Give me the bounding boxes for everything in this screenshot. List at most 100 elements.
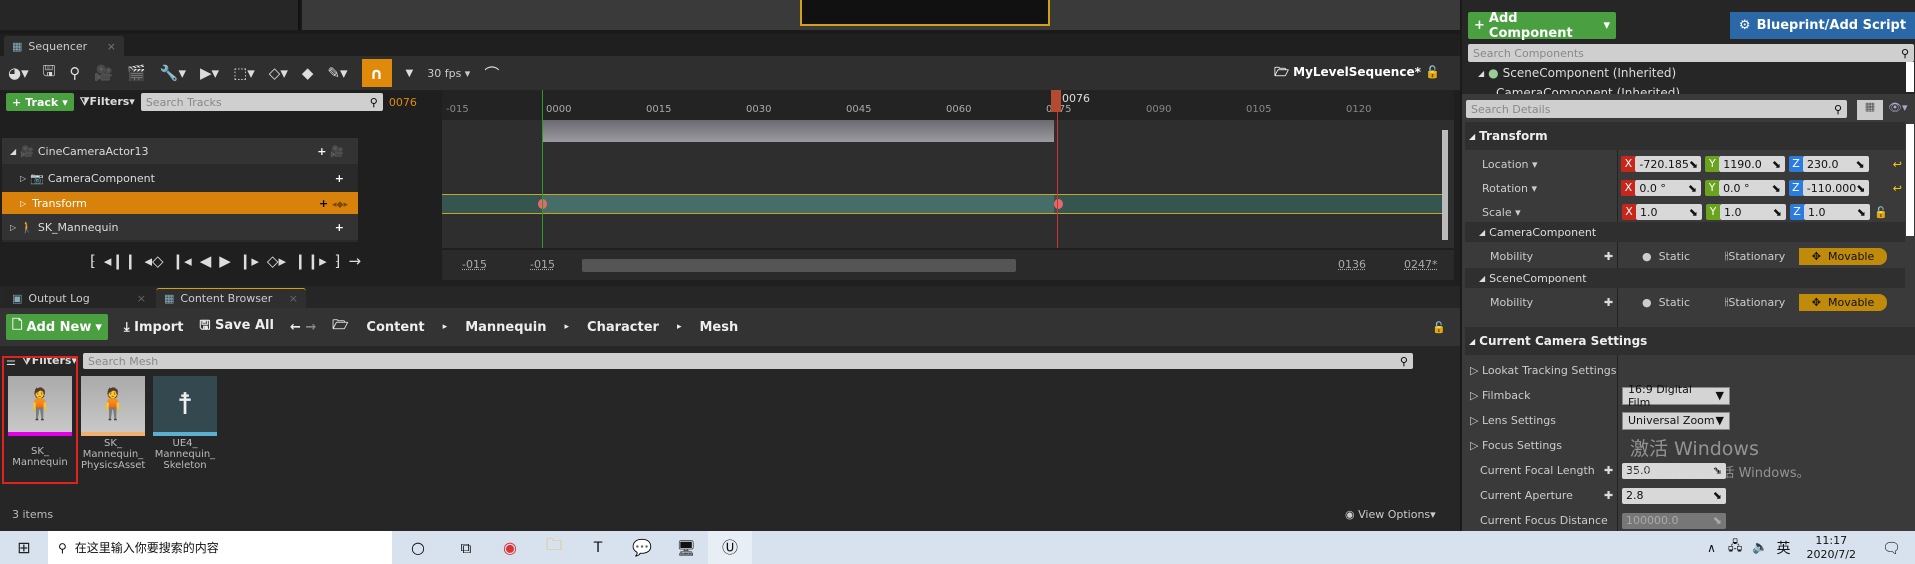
property-matrix-icon[interactable]: ▦ xyxy=(1857,100,1883,120)
network-icon[interactable]: 🖧 xyxy=(1728,537,1743,559)
tab-output-log[interactable]: ▣ Output Log × xyxy=(4,288,154,308)
keyframe[interactable] xyxy=(1054,199,1063,209)
next-key-icon[interactable]: ◇▸ xyxy=(267,252,286,270)
filmback-row[interactable]: ▷ Filmback xyxy=(1462,389,1622,402)
scale-x-field[interactable]: 1.0 ⬊ xyxy=(1636,204,1702,220)
add-icon[interactable]: + 🎥 xyxy=(317,145,344,158)
lock-scale-icon[interactable]: 🔓 xyxy=(1874,206,1888,219)
playback-start-marker[interactable] xyxy=(542,90,543,248)
mobility-static[interactable]: ● Static xyxy=(1622,293,1710,311)
location-z-field[interactable]: 230.0 ⬊ xyxy=(1803,156,1869,172)
sequence-name[interactable]: 🗁 MyLevelSequence* 🔓 xyxy=(1274,63,1440,84)
transform-section[interactable] xyxy=(442,194,1442,214)
playhead[interactable] xyxy=(1051,90,1061,112)
playback-end-field[interactable]: 0136 xyxy=(1338,258,1366,271)
add-component-button[interactable]: + Add Component ▾ xyxy=(1468,11,1616,41)
location-y-field[interactable]: 1190.0 ⬊ xyxy=(1719,156,1786,172)
rotation-x-field[interactable]: 0.0 ° ⬊ xyxy=(1635,180,1702,196)
viewport[interactable] xyxy=(302,0,1460,30)
breadcrumb-item[interactable]: Mannequin xyxy=(465,320,546,335)
search-icon[interactable]: ⚲ xyxy=(69,64,80,82)
camera-settings-header[interactable]: ◢ Current Camera Settings xyxy=(1465,327,1915,355)
reverse-icon[interactable]: ◀ xyxy=(200,252,212,270)
mobility-static[interactable]: ● Static xyxy=(1622,247,1710,265)
add-icon[interactable]: + xyxy=(335,221,344,234)
unreal-engine-icon[interactable]: Ⓤ xyxy=(708,531,752,564)
view-end-field[interactable]: 0247* xyxy=(1404,258,1438,271)
mobility-stationary[interactable]: ⫲ Stationary xyxy=(1711,293,1799,311)
clapper-icon[interactable]: 🎬 xyxy=(127,64,146,82)
task-view-icon[interactable]: ⧉ xyxy=(444,539,488,557)
go-to-start-icon[interactable]: ⁅ xyxy=(90,252,96,270)
range-scrollbar[interactable] xyxy=(582,259,1016,272)
curve-editor-icon[interactable]: ⌒ xyxy=(484,63,499,84)
prev-key-icon[interactable]: ◂❙❙ xyxy=(104,252,137,270)
play-icon[interactable]: ▶ xyxy=(219,252,231,270)
search-components-input[interactable]: Search Components ⚲ xyxy=(1468,44,1914,62)
scale-label[interactable]: Scale ▾ xyxy=(1462,206,1622,219)
asset-tile[interactable]: 🧍 SK_ Mannequin xyxy=(8,376,72,490)
add-icon[interactable]: + xyxy=(335,172,344,185)
track-transform[interactable]: ▷ Transform + ◂◆▸ xyxy=(2,192,358,214)
end-icon[interactable]: ⁆ xyxy=(335,252,341,270)
lookat-tracking-row[interactable]: ▷ Lookat Tracking Settings xyxy=(1462,364,1617,377)
rotation-y-field[interactable]: 0.0 ° ⬊ xyxy=(1719,180,1785,196)
fps-dropdown[interactable]: 30 fps ▾ xyxy=(427,67,470,80)
step-back-icon[interactable]: ❙◂ xyxy=(172,252,192,270)
lens-dropdown[interactable]: Universal Zoom ▼ xyxy=(1622,411,1730,430)
focus-settings-row[interactable]: ▷ Focus Settings xyxy=(1462,439,1562,452)
scale-z-field[interactable]: 1.0 ⬊ xyxy=(1804,204,1870,220)
aperture-field[interactable]: 2.8 ⬊ xyxy=(1622,487,1726,504)
breadcrumb-item[interactable]: Content xyxy=(366,320,424,335)
vertical-scrollbar[interactable] xyxy=(1442,130,1448,240)
snap-dropdown-icon[interactable]: ▼ xyxy=(406,68,414,79)
mobility-movable[interactable]: ✥ Movable xyxy=(1799,247,1887,265)
filters-button[interactable]: ⧩Filters▾ xyxy=(80,95,135,109)
mobility-stationary[interactable]: ⫲ Stationary xyxy=(1711,247,1799,265)
tab-content-browser[interactable]: ▦ Content Browser × xyxy=(156,288,306,308)
add-track-button[interactable]: + Track ▾ xyxy=(6,93,74,111)
tag-icon[interactable]: ◆ xyxy=(302,64,314,82)
transform-header[interactable]: ◢ Transform xyxy=(1465,122,1905,150)
search-details-input[interactable]: Search Details ⚲ xyxy=(1466,100,1847,118)
tray-chevron-icon[interactable]: ∧ xyxy=(1707,541,1716,555)
world-icon[interactable]: ◕▾ xyxy=(8,64,29,82)
breadcrumb-item[interactable]: Mesh xyxy=(699,320,738,335)
components-scrollbar[interactable] xyxy=(1906,62,1914,92)
chrome-icon[interactable]: ◉ xyxy=(488,538,532,557)
lens-settings-row[interactable]: ▷ Lens Settings xyxy=(1462,414,1622,427)
track-cinecamera[interactable]: ◢ 🎥 CineCameraActor13 + 🎥 xyxy=(2,138,358,164)
view-start-field[interactable]: -015 xyxy=(462,258,487,271)
taskbar-search-input[interactable]: ⚲ 在这里输入你要搜索的内容 xyxy=(48,531,392,564)
ime-indicator[interactable]: 英 xyxy=(1777,538,1791,558)
blueprint-add-script-button[interactable]: ⚙ Blueprint/Add Script xyxy=(1730,12,1915,39)
location-label[interactable]: Location ▾ xyxy=(1462,158,1621,171)
asset-tile[interactable]: ☨ UE4_ Mannequin_ Skeleton xyxy=(153,376,217,490)
notification-icon[interactable]: 🗨 xyxy=(1882,539,1901,557)
visibility-eye-icon[interactable]: 👁▾ xyxy=(1888,101,1908,114)
remote-desktop-icon[interactable]: 🖥 xyxy=(664,539,708,557)
save-all-button[interactable]: 🖫 Save All xyxy=(199,316,274,338)
typora-icon[interactable]: T xyxy=(576,540,620,556)
scene-component-header[interactable]: ◢ SceneComponent xyxy=(1465,268,1905,288)
rotation-label[interactable]: Rotation ▾ xyxy=(1462,182,1621,195)
file-explorer-icon[interactable]: 🗀 xyxy=(532,534,576,561)
save-icon[interactable]: 🖫 xyxy=(43,61,56,86)
breadcrumb-item[interactable]: Character xyxy=(587,320,659,335)
track-sk-mannequin[interactable]: ▷ 🚶 SK_Mannequin + xyxy=(2,214,358,240)
camera-component-header[interactable]: ◢ CameraComponent xyxy=(1465,222,1905,242)
reset-icon[interactable]: ↩ xyxy=(1893,158,1902,171)
go-to-end-icon[interactable]: ❙❙▸ xyxy=(294,252,327,270)
add-key-icon[interactable]: + ◂◆▸ xyxy=(319,197,348,210)
timeline[interactable]: -015 0000 0015 0030 0045 0060 0075 0090 … xyxy=(442,90,1454,248)
play-icon[interactable]: ▶▾ xyxy=(200,64,219,82)
playback-start-field[interactable]: -015 xyxy=(530,258,555,271)
cortana-icon[interactable]: ○ xyxy=(392,538,444,557)
close-icon[interactable]: × xyxy=(137,292,146,305)
history-back-forward[interactable]: ← → xyxy=(290,320,316,335)
component-camera[interactable]: CameraComponent (Inherited) xyxy=(1496,86,1680,94)
volume-icon[interactable]: 🔈 xyxy=(1752,540,1768,555)
mobility-movable[interactable]: ✥ Movable xyxy=(1799,293,1887,311)
location-x-field[interactable]: -720.185 ⬊ xyxy=(1635,156,1702,172)
track-cameracomponent[interactable]: ▷ 📷 CameraComponent + xyxy=(2,164,358,192)
